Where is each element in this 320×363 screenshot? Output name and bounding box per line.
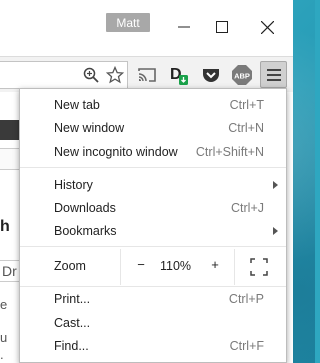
menu-item-new-tab[interactable]: New tab Ctrl+T	[20, 93, 286, 116]
page-text-fragment-u: u	[0, 330, 8, 345]
page-field-fragment[interactable]: Dr	[0, 260, 20, 282]
menu-item-label: Bookmarks	[54, 223, 117, 238]
pocket-icon[interactable]	[200, 64, 222, 86]
abp-label: ABP	[234, 72, 250, 81]
menu-item-shortcut: Ctrl+T	[229, 97, 264, 112]
menu-item-bookmarks[interactable]: Bookmarks	[20, 219, 286, 242]
menu-item-new-window[interactable]: New window Ctrl+N	[20, 116, 286, 139]
menu-item-label: New incognito window	[54, 144, 178, 159]
star-icon[interactable]	[104, 64, 126, 86]
zoom-out-button[interactable]: −	[132, 257, 150, 275]
menu-item-print[interactable]: Print... Ctrl+P	[20, 287, 286, 310]
menu-item-downloads[interactable]: Downloads Ctrl+J	[20, 196, 286, 219]
menu-item-shortcut: Ctrl+J	[231, 200, 264, 215]
menu-item-cast[interactable]: Cast...	[20, 311, 286, 334]
title-bar: Matt	[0, 0, 293, 56]
hamburger-menu-icon	[266, 68, 281, 81]
close-icon	[260, 20, 274, 34]
zoom-icon[interactable]	[80, 64, 102, 86]
page-text-fragment-e: e	[0, 297, 8, 312]
menu-item-label: New window	[54, 120, 125, 135]
zoom-divider	[234, 249, 235, 285]
menu-item-find[interactable]: Find... Ctrl+F	[20, 334, 286, 357]
menu-item-label: Find...	[54, 338, 89, 353]
menu-item-label: Cast...	[54, 315, 91, 330]
zoom-in-button[interactable]: +	[206, 257, 224, 275]
zoom-divider	[120, 249, 121, 285]
toolbar: D ABP	[0, 56, 293, 92]
menu-item-new-incognito-window[interactable]: New incognito window Ctrl+Shift+N	[20, 140, 286, 163]
menu-item-history[interactable]: History	[20, 173, 286, 196]
menu-separator	[20, 167, 286, 168]
maximize-icon	[216, 21, 228, 33]
submenu-arrow-icon	[273, 180, 278, 189]
submenu-arrow-icon	[273, 226, 278, 235]
zoom-label: Zoom	[54, 259, 86, 273]
menu-item-shortcut: Ctrl+N	[228, 120, 264, 135]
close-button[interactable]	[249, 12, 285, 42]
page-heading-fragment: h	[0, 218, 10, 235]
page-text-fragment-dot: .	[0, 347, 4, 362]
menu-item-label: New tab	[54, 97, 100, 112]
chrome-menu-button[interactable]	[260, 61, 287, 88]
menu-item-shortcut: Ctrl+P	[228, 291, 264, 306]
menu-item-label: Print...	[54, 291, 91, 306]
page-input-fragment[interactable]	[0, 148, 20, 170]
page-dark-strip	[0, 120, 20, 140]
menu-item-shortcut: Ctrl+F	[229, 338, 264, 353]
profile-badge[interactable]: Matt	[106, 13, 150, 32]
adblock-plus-icon[interactable]: ABP	[231, 64, 253, 86]
zoom-row: Zoom − 110% +	[20, 249, 286, 285]
zoom-level: 110%	[160, 259, 192, 273]
fullscreen-icon[interactable]	[250, 258, 268, 276]
d-extension-icon[interactable]: D	[168, 64, 190, 86]
cast-icon[interactable]	[136, 64, 158, 86]
maximize-button[interactable]	[204, 12, 240, 42]
menu-separator	[20, 246, 286, 247]
menu-item-shortcut: Ctrl+Shift+N	[195, 144, 264, 159]
minimize-button[interactable]	[166, 12, 202, 42]
menu-item-label: Downloads	[54, 200, 116, 215]
menu-item-label: History	[54, 177, 93, 192]
chrome-main-menu: New tab Ctrl+T New window Ctrl+N New inc…	[19, 88, 287, 363]
minimize-icon	[178, 26, 190, 28]
